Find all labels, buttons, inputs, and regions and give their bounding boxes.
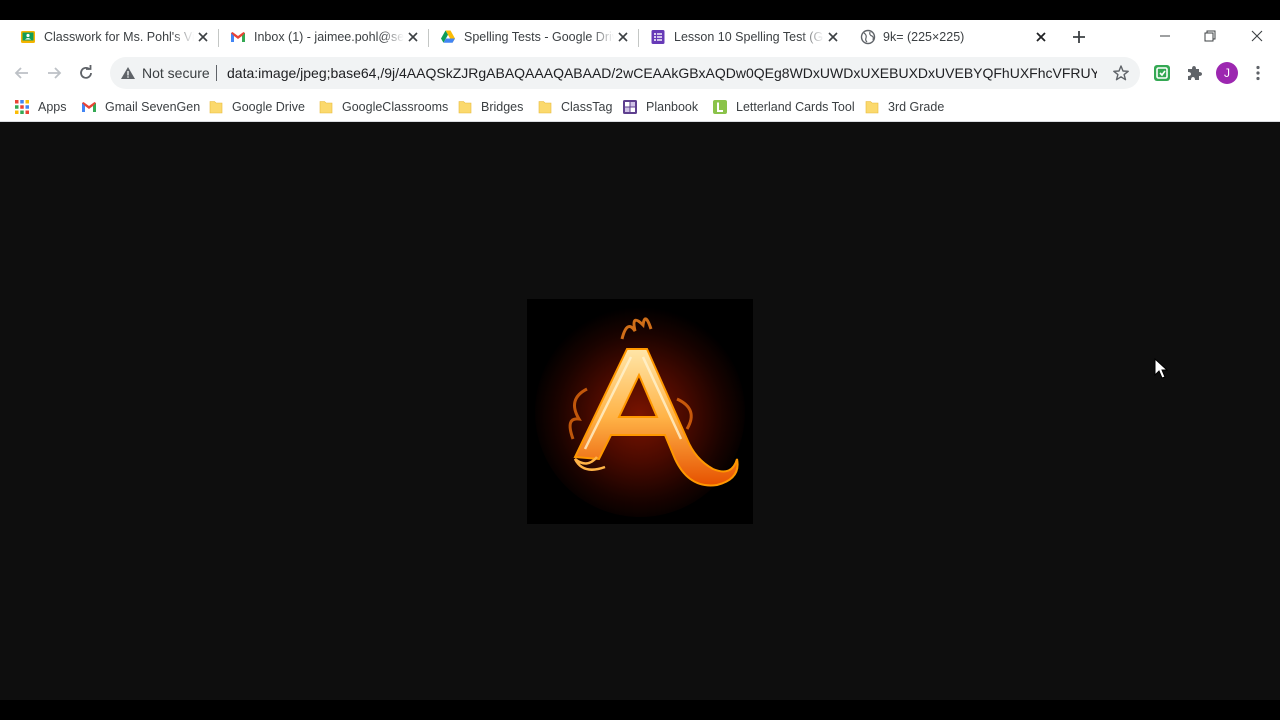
page-content: A <box>0 122 1280 700</box>
folder-icon <box>538 101 552 114</box>
back-arrow-icon[interactable] <box>12 63 32 83</box>
kebab-menu-icon[interactable] <box>1248 63 1268 83</box>
tab-label: Spelling Tests - Google Drive <box>464 30 614 44</box>
tab-strip: Classwork for Ms. Pohl's Virtual Inbox (… <box>0 20 1280 54</box>
bookmark-label: GoogleClassrooms <box>342 100 449 114</box>
bookmark-label: Letterland Cards Tool <box>736 100 855 114</box>
url-text[interactable]: data:image/jpeg;base64,/9j/4AAQSkZJRgABA… <box>227 65 1097 81</box>
bookmark-googleclassrooms[interactable]: GoogleClassrooms <box>318 98 448 116</box>
close-icon[interactable] <box>406 30 420 44</box>
tab-label: Inbox (1) - jaimee.pohl@seven <box>254 30 404 44</box>
image-letter: A <box>527 299 528 300</box>
globe-icon <box>860 29 876 45</box>
bookmark-star-icon[interactable] <box>1112 64 1130 82</box>
folder-icon <box>319 101 333 114</box>
tab-classwork[interactable]: Classwork for Ms. Pohl's Virtual <box>0 20 219 54</box>
flaming-letter-a-icon <box>568 317 739 487</box>
google-classroom-icon <box>21 31 35 43</box>
bookmarks-bar: Apps Gmail SevenGen Google Drive GoogleC… <box>0 92 1280 122</box>
new-tab-button[interactable] <box>1068 26 1090 48</box>
tab-inbox[interactable]: Inbox (1) - jaimee.pohl@seven <box>219 20 429 54</box>
browser-toolbar: Not secure data:image/jpeg;base64,/9j/4A… <box>0 54 1280 92</box>
browser-chrome: Classwork for Ms. Pohl's Virtual Inbox (… <box>0 20 1280 122</box>
restore-icon[interactable] <box>1199 27 1221 47</box>
letterland-icon <box>713 100 727 114</box>
minimize-icon[interactable] <box>1154 27 1176 47</box>
bookmark-label: Google Drive <box>232 100 305 114</box>
reload-icon[interactable] <box>76 63 96 83</box>
close-icon[interactable] <box>1034 30 1048 44</box>
bookmark-label: Apps <box>38 100 67 114</box>
forward-arrow-icon[interactable] <box>44 63 64 83</box>
bookmark-label: 3rd Grade <box>888 100 945 114</box>
mouse-cursor-icon <box>1154 358 1168 379</box>
folder-icon <box>865 101 879 114</box>
tab-lesson-10[interactable]: Lesson 10 Spelling Test (Grade <box>639 20 849 54</box>
bookmark-label: Bridges <box>481 100 524 114</box>
planbook-icon <box>623 100 637 114</box>
screen-top-border <box>0 0 1280 20</box>
bookmark-label: Planbook <box>646 100 699 114</box>
window-close-icon[interactable] <box>1246 27 1268 47</box>
tab-spelling-tests[interactable]: Spelling Tests - Google Drive <box>429 20 639 54</box>
bookmark-apps[interactable]: Apps <box>14 98 67 116</box>
omnibox-divider <box>216 65 217 81</box>
folder-icon <box>458 101 472 114</box>
gmail-icon <box>231 32 245 42</box>
tab-image-active[interactable]: 9k= (225×225) <box>849 20 1057 54</box>
screen-bottom-border <box>0 700 1280 720</box>
bookmark-gmail-sevengen[interactable]: Gmail SevenGen <box>81 98 200 116</box>
bookmark-3rd-grade[interactable]: 3rd Grade <box>864 98 944 116</box>
apps-grid-icon <box>15 100 29 114</box>
warning-triangle-icon[interactable] <box>120 65 136 81</box>
google-forms-icon <box>651 30 665 44</box>
bookmark-google-drive[interactable]: Google Drive <box>208 98 305 116</box>
close-icon[interactable] <box>196 30 210 44</box>
puzzle-extensions-icon[interactable] <box>1184 63 1204 83</box>
tab-label: Lesson 10 Spelling Test (Grade <box>674 30 824 44</box>
address-bar[interactable]: Not secure data:image/jpeg;base64,/9j/4A… <box>110 57 1140 89</box>
bookmark-letterland[interactable]: Letterland Cards Tool <box>712 98 855 116</box>
avatar-initial: J <box>1224 66 1230 80</box>
google-drive-icon <box>441 30 455 43</box>
bookmark-planbook[interactable]: Planbook <box>622 98 698 116</box>
tab-label: Classwork for Ms. Pohl's Virtual <box>44 30 194 44</box>
avatar[interactable]: J <box>1216 62 1238 84</box>
close-icon[interactable] <box>616 30 630 44</box>
extension-screencast-icon[interactable] <box>1152 63 1172 83</box>
security-status-label[interactable]: Not secure <box>142 65 210 81</box>
bookmark-label: ClassTag <box>561 100 613 114</box>
gmail-icon <box>82 102 96 112</box>
tab-label: 9k= (225×225) <box>883 30 965 44</box>
bookmark-bridges[interactable]: Bridges <box>457 98 523 116</box>
folder-icon <box>209 101 223 114</box>
bookmark-classtag[interactable]: ClassTag <box>537 98 612 116</box>
fire-letter-image[interactable]: A <box>527 299 753 524</box>
bookmark-label: Gmail SevenGen <box>105 100 201 114</box>
close-icon[interactable] <box>826 30 840 44</box>
